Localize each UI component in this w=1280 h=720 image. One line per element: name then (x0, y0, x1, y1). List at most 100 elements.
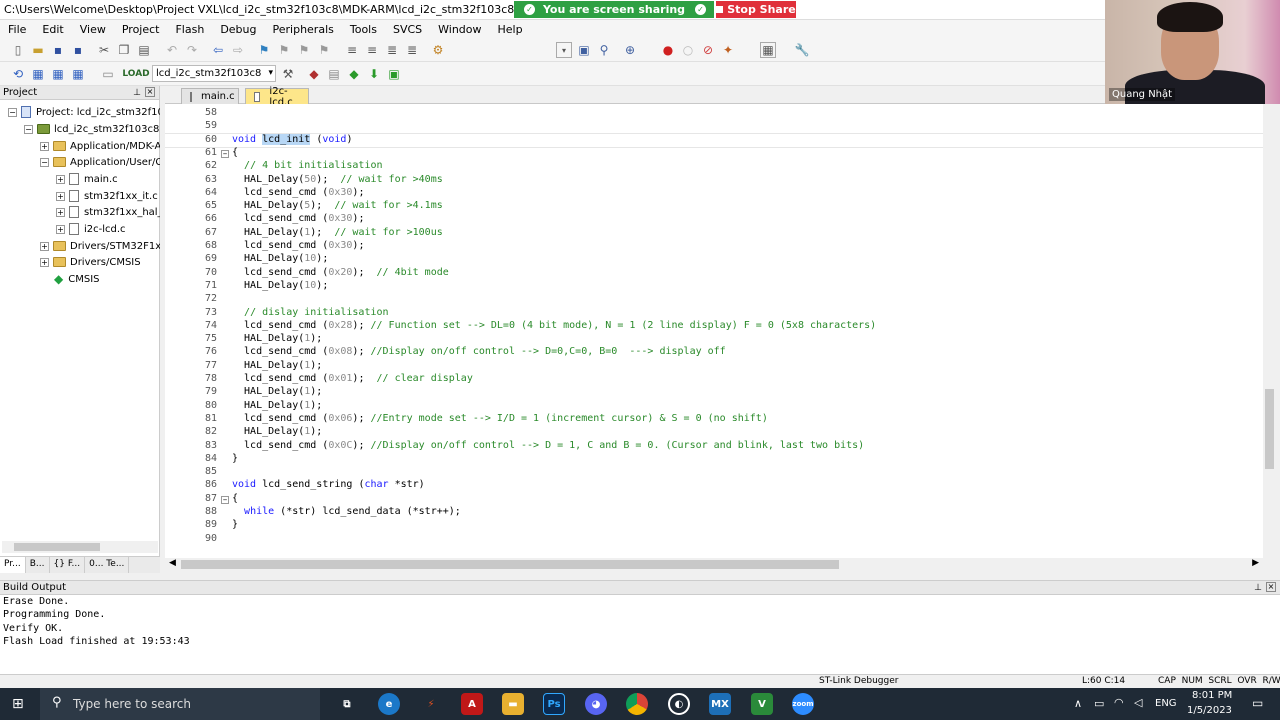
code-line[interactable]: 65 HAL_Delay(5); // wait for >4.1ms (165, 200, 1275, 213)
uncomment-icon[interactable]: ≣ (404, 42, 420, 58)
code-line[interactable]: 75 HAL_Delay(1); (165, 333, 1275, 346)
unindent-icon[interactable]: ≡ (364, 42, 380, 58)
code-line[interactable]: 90 (165, 533, 1275, 546)
code-line[interactable]: 78 lcd_send_cmd (0x01); // clear display (165, 373, 1275, 386)
editor-vscroll[interactable] (1263, 104, 1276, 558)
undo-icon[interactable]: ↶ (164, 42, 180, 58)
scroll-left-icon[interactable]: ◀ (169, 558, 176, 568)
code-line[interactable]: 72 (165, 293, 1275, 306)
tree-cmsis[interactable]: ◆ CMSIS (54, 271, 100, 287)
prev-bookmark-icon[interactable]: ⚑ (276, 42, 292, 58)
save-all-icon[interactable]: ▪ (70, 42, 86, 58)
code-line[interactable]: 62 // 4 bit initialisation (165, 160, 1275, 173)
menu-flash[interactable]: Flash (167, 23, 212, 36)
save-icon[interactable]: ▪ (50, 42, 66, 58)
pack-installer-icon[interactable]: ⬇ (366, 66, 382, 82)
select-packs-icon[interactable]: ▣ (386, 66, 402, 82)
code-line[interactable]: 67 HAL_Delay(1); // wait for >100us (165, 227, 1275, 240)
tray-chevron-icon[interactable]: ∧ (1074, 697, 1082, 710)
code-line[interactable]: 58 (165, 107, 1275, 120)
tree-folder-user[interactable]: − Application/User/C (40, 154, 160, 170)
tab-i2c-lcd-c[interactable]: i2c-lcd.c (245, 86, 309, 108)
code-line[interactable]: 86 void lcd_send_string (char *str) (165, 479, 1275, 492)
acrobat-icon[interactable]: A (461, 693, 483, 715)
tree-file-i2c-lcd[interactable]: + i2c-lcd.c (56, 221, 126, 237)
stm32cubemx-icon[interactable]: MX (709, 693, 731, 715)
load-download-icon[interactable]: LOAD (122, 66, 149, 82)
tab-project[interactable]: Pr... (0, 557, 26, 573)
code-line[interactable]: 77 HAL_Delay(1); (165, 360, 1275, 373)
notifications-icon[interactable]: ▭ (1252, 696, 1263, 710)
code-line[interactable]: 63 HAL_Delay(50); // wait for >40ms (165, 174, 1275, 187)
edge-icon[interactable]: e (378, 693, 400, 715)
menu-svcs[interactable]: SVCS (385, 23, 430, 36)
code-line[interactable]: 82 HAL_Delay(1); (165, 426, 1275, 439)
discord-icon[interactable]: ◕ (585, 693, 607, 715)
code-line[interactable]: 80 HAL_Delay(1); (165, 400, 1275, 413)
code-line[interactable]: 83 lcd_send_cmd (0x0C); //Display on/off… (165, 440, 1275, 453)
paste-icon[interactable]: ▤ (136, 42, 152, 58)
tree-target[interactable]: − lcd_i2c_stm32f103c8 (24, 121, 159, 137)
code-line[interactable]: 89} (165, 519, 1275, 532)
tree-file-hal[interactable]: + stm32f1xx_hal_r (56, 204, 160, 220)
code-line[interactable]: 70 lcd_send_cmd (0x20); // 4bit mode (165, 267, 1275, 280)
pin-icon[interactable]: ⊥ (133, 86, 141, 100)
menu-debug[interactable]: Debug (212, 23, 264, 36)
photoshop-icon[interactable]: Ps (543, 693, 565, 715)
menu-edit[interactable]: Edit (34, 23, 71, 36)
kill-breakpoints-icon[interactable]: ⊘ (700, 42, 716, 58)
clear-bookmarks-icon[interactable]: ⚑ (316, 42, 332, 58)
nav-back-icon[interactable]: ⇦ (210, 42, 226, 58)
menu-tools[interactable]: Tools (342, 23, 385, 36)
run-environment-icon[interactable]: ◆ (346, 66, 362, 82)
code-line[interactable]: 60 void lcd_init (void) (165, 132, 1275, 148)
editor-hscroll[interactable]: ◀ ▶ (165, 558, 1263, 571)
disable-breakpoint-icon[interactable]: ○ (680, 42, 696, 58)
windows-start-icon[interactable]: ⊞ (12, 696, 24, 712)
open-folder-icon[interactable]: ▬ (30, 42, 46, 58)
nav-forward-icon[interactable]: ⇨ (230, 42, 246, 58)
tab-templates[interactable]: 0... Te... (85, 557, 130, 573)
build-pin-icon[interactable]: ⊥ (1254, 581, 1262, 595)
menu-project[interactable]: Project (114, 23, 168, 36)
window-layout-icon[interactable]: ▦ (760, 42, 776, 58)
code-line[interactable]: 76 lcd_send_cmd (0x08); //Display on/off… (165, 346, 1275, 359)
fold-toggle-icon[interactable]: − (221, 495, 229, 504)
tab-functions[interactable]: {} F... (50, 557, 86, 573)
tree-file-it[interactable]: + stm32f1xx_it.c (56, 188, 158, 204)
stop-build-icon[interactable]: ▭ (100, 66, 116, 82)
clock-date[interactable]: 1/5/2023 (1187, 705, 1232, 716)
copy-icon[interactable]: ❐ (116, 42, 132, 58)
code-line[interactable]: 81 lcd_send_cmd (0x06); //Entry mode set… (165, 413, 1275, 426)
tree-file-main[interactable]: + main.c (56, 171, 118, 187)
close-icon[interactable]: × (145, 87, 155, 97)
code-line[interactable]: 79 HAL_Delay(1); (165, 386, 1275, 399)
build-close-icon[interactable]: × (1266, 582, 1276, 592)
menu-help[interactable]: Help (490, 23, 531, 36)
find-icon[interactable]: ⚲ (596, 42, 612, 58)
target-select[interactable]: lcd_i2c_stm32f103c8 ▾ (152, 65, 276, 82)
battery-icon[interactable]: ▭ (1094, 697, 1104, 710)
fold-toggle-icon[interactable]: − (221, 149, 229, 158)
incremental-find-icon[interactable]: ▣ (576, 42, 592, 58)
chrome-icon[interactable] (626, 693, 648, 715)
wifi-icon[interactable]: ◠ (1114, 696, 1124, 709)
scroll-right-icon[interactable]: ▶ (1252, 558, 1259, 568)
volume-icon[interactable]: ◁ (1134, 696, 1142, 709)
build-icon[interactable]: ▦ (30, 66, 46, 82)
code-line[interactable]: 66 lcd_send_cmd (0x30); (165, 213, 1275, 226)
batch-build-icon[interactable]: ▦ (70, 66, 86, 82)
code-line[interactable]: 64 lcd_send_cmd (0x30); (165, 187, 1275, 200)
tab-books[interactable]: B... (26, 557, 50, 573)
bookmark-icon[interactable]: ⚑ (256, 42, 272, 58)
new-file-icon[interactable]: ▯ (10, 42, 26, 58)
menu-peripherals[interactable]: Peripherals (265, 23, 342, 36)
code-line[interactable]: 88 while (*str) lcd_send_data (*str++); (165, 506, 1275, 519)
rebuild-icon[interactable]: ▦ (50, 66, 66, 82)
taskbar-search[interactable]: ⚲ Type here to search (40, 688, 320, 720)
cut-icon[interactable]: ✂ (96, 42, 112, 58)
target-options-icon[interactable]: ⚒ (280, 66, 296, 82)
code-line[interactable]: 87 {− (165, 493, 1275, 506)
tree-project-root[interactable]: −Project: lcd_i2c_stm32f103c (8, 104, 160, 120)
zoom-app-icon[interactable]: zoom (792, 693, 814, 715)
